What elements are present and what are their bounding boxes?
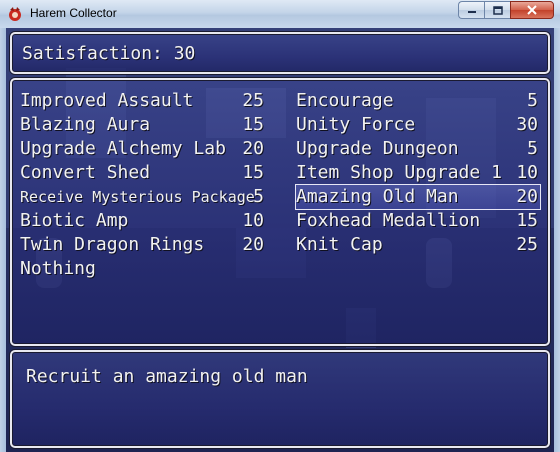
list-item[interactable]: Knit Cap 25 xyxy=(296,233,538,257)
list-item[interactable]: Foxhead Medallion 15 xyxy=(296,209,538,233)
list-item[interactable]: Upgrade Alchemy Lab 20 xyxy=(20,137,264,161)
item-name: Improved Assault xyxy=(20,90,194,111)
minimize-icon xyxy=(467,11,476,13)
list-item[interactable]: Unity Force 30 xyxy=(296,113,538,137)
window-border-right xyxy=(554,28,560,452)
item-name: Foxhead Medallion xyxy=(296,210,481,231)
item-cost: 25 xyxy=(242,90,264,111)
maximize-button[interactable] xyxy=(484,1,510,19)
item-name: Unity Force xyxy=(296,114,416,135)
item-cost: 10 xyxy=(516,162,538,183)
item-name: Encourage xyxy=(296,90,394,111)
title-bar[interactable]: Harem Collector xyxy=(0,0,560,29)
item-name: Amazing Old Man xyxy=(296,186,459,207)
item-cost: 10 xyxy=(242,210,264,231)
list-item[interactable]: Biotic Amp 10 xyxy=(20,209,264,233)
app-icon xyxy=(9,7,21,21)
item-cost: 30 xyxy=(516,114,538,135)
item-name: Upgrade Dungeon xyxy=(296,138,459,159)
list-item[interactable]: Upgrade Dungeon 5 xyxy=(296,137,538,161)
upgrade-list-panel: Improved Assault 25 Blazing Aura 15 Upgr… xyxy=(10,78,550,346)
list-item[interactable]: Item Shop Upgrade 1 10 xyxy=(296,161,538,185)
close-icon xyxy=(527,5,537,15)
item-cost: 5 xyxy=(527,138,538,159)
item-cost: 20 xyxy=(516,186,538,207)
minimize-button[interactable] xyxy=(458,1,484,19)
list-item[interactable]: Convert Shed 15 xyxy=(20,161,264,185)
maximize-icon xyxy=(492,5,503,15)
item-name: Twin Dragon Rings xyxy=(20,234,205,255)
list-item[interactable]: Nothing xyxy=(20,257,264,281)
game-viewport: Satisfaction: 30 Improved Assault 25 Bla… xyxy=(6,28,554,452)
item-name: Receive Mysterious Package xyxy=(20,188,255,206)
item-cost: 15 xyxy=(242,114,264,135)
list-item[interactable]: Improved Assault 25 xyxy=(20,89,264,113)
window-title: Harem Collector xyxy=(30,6,117,20)
description-panel: Recruit an amazing old man xyxy=(10,350,550,448)
item-name: Upgrade Alchemy Lab xyxy=(20,138,226,159)
item-name: Nothing xyxy=(20,258,96,279)
item-cost: 15 xyxy=(242,162,264,183)
description-text: Recruit an amazing old man xyxy=(26,366,308,387)
list-item[interactable]: Twin Dragon Rings 20 xyxy=(20,233,264,257)
list-item[interactable]: Blazing Aura 15 xyxy=(20,113,264,137)
item-cost: 15 xyxy=(516,210,538,231)
close-button[interactable] xyxy=(510,1,554,19)
item-cost: 5 xyxy=(527,90,538,111)
list-item-selected[interactable]: Amazing Old Man 20 xyxy=(295,184,541,210)
item-name: Biotic Amp xyxy=(20,210,129,231)
list-item[interactable]: Receive Mysterious Package 5 xyxy=(20,185,264,209)
item-name: Convert Shed xyxy=(20,162,151,183)
item-cost: 20 xyxy=(242,138,264,159)
item-name: Knit Cap xyxy=(296,234,383,255)
item-name: Blazing Aura xyxy=(20,114,151,135)
item-name: Item Shop Upgrade 1 xyxy=(296,162,502,183)
list-item[interactable]: Encourage 5 xyxy=(296,89,538,113)
item-cost: 25 xyxy=(516,234,538,255)
window-controls xyxy=(458,1,554,21)
item-cost: 5 xyxy=(253,186,264,207)
satisfaction-panel: Satisfaction: 30 xyxy=(10,32,550,74)
satisfaction-text: Satisfaction: 30 xyxy=(22,43,196,64)
item-cost: 20 xyxy=(242,234,264,255)
